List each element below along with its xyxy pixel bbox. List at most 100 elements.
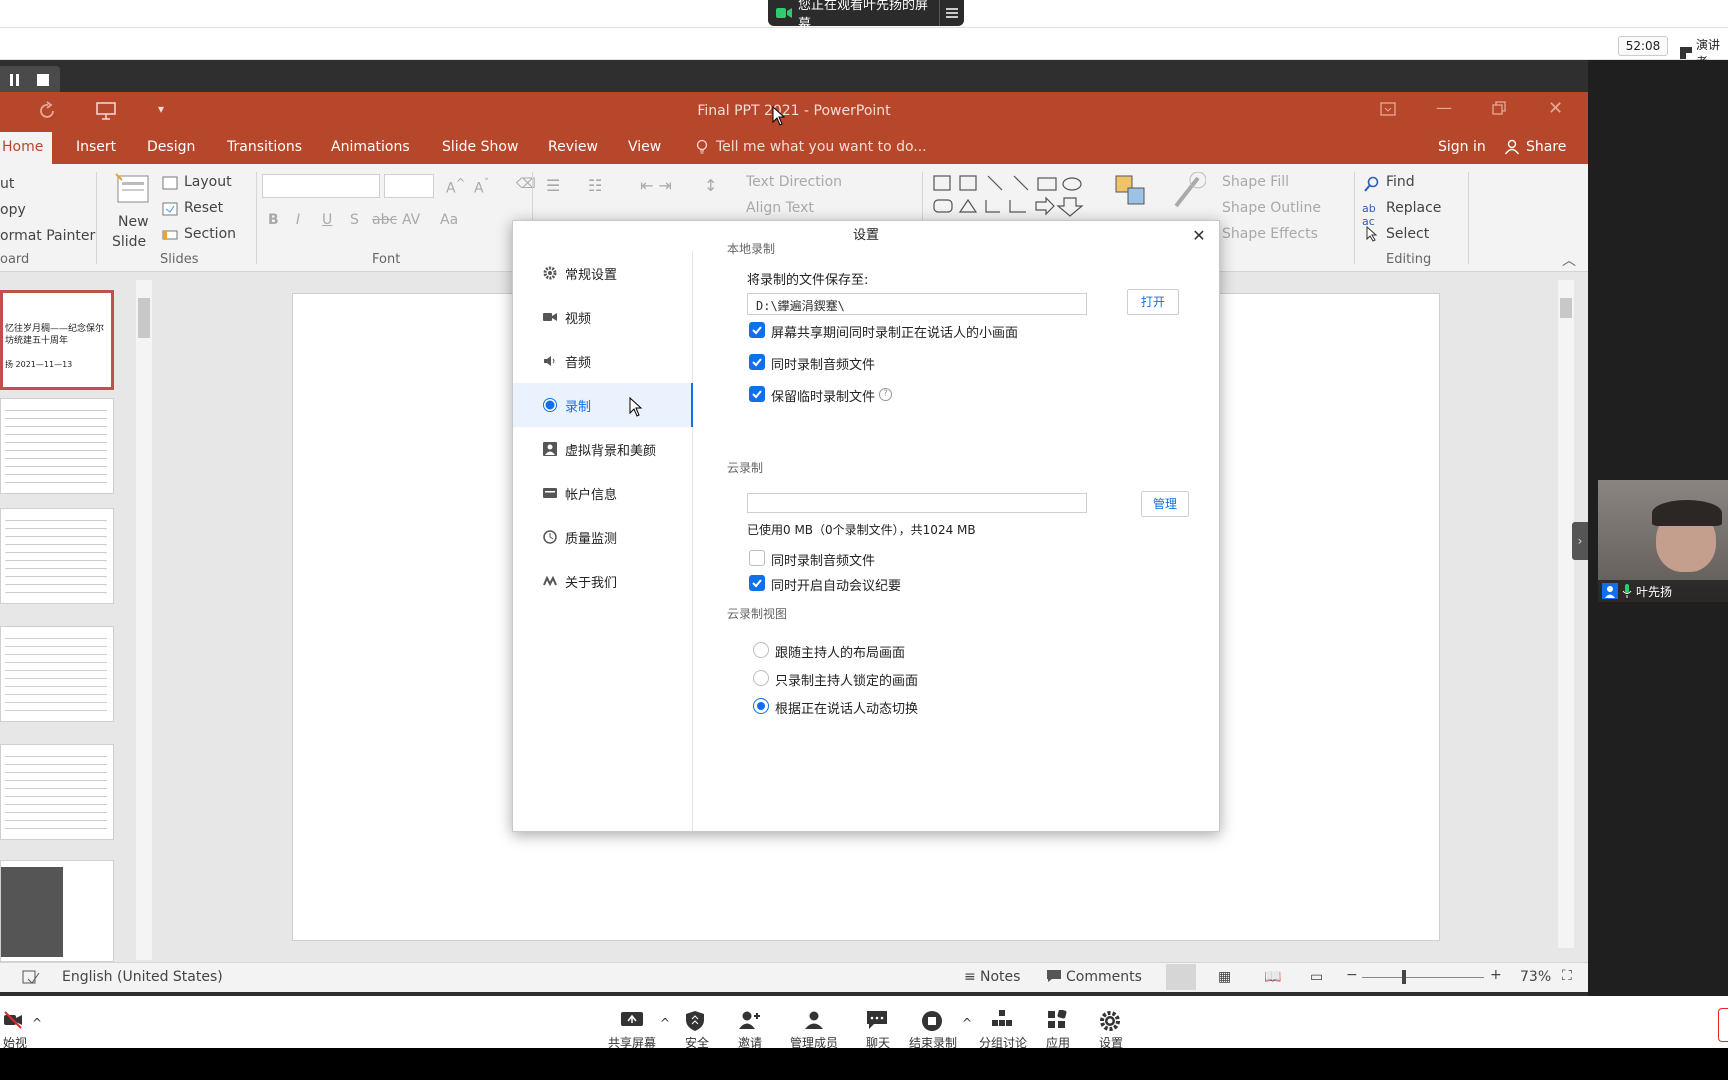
shape-effects-button[interactable]: Shape Effects [1222,226,1318,242]
checkbox-keep-temp-files[interactable] [749,386,765,402]
layout-button[interactable]: Layout [184,174,232,190]
slideshow-view-icon[interactable]: ▭ [1310,969,1323,985]
reading-view-icon[interactable]: 📖 [1264,969,1281,985]
restore-icon[interactable] [1492,101,1506,115]
invite-button[interactable]: 邀请 [730,1010,770,1051]
checkbox-record-speaker-thumbnail[interactable] [749,322,765,338]
cut-button[interactable]: ut [0,176,14,192]
security-button[interactable]: 安全 [678,1010,716,1051]
new-slide-label-1[interactable]: New [118,214,149,230]
share-screen-button[interactable]: 共享屏幕 [604,1010,660,1051]
new-slide-label-2[interactable]: Slide [112,234,146,250]
collapse-ribbon-icon[interactable]: ︿ [1562,250,1576,270]
font-name-box[interactable] [262,174,380,198]
comments-button[interactable]: Comments [1066,969,1142,985]
zoom-out-icon[interactable]: − [1346,967,1358,983]
quick-styles-icon[interactable] [1170,172,1206,212]
tab-slide-show[interactable]: Slide Show [442,139,518,155]
save-path-field[interactable]: D:\鑻遍涓鍥蹇\ [747,293,1087,315]
minimize-icon[interactable]: — [1436,98,1452,117]
close-icon[interactable]: ✕ [1189,226,1209,246]
change-case-button[interactable]: Aa [440,212,458,228]
settings-button[interactable]: 设置 [1096,1010,1126,1051]
tab-review[interactable]: Review [548,139,598,155]
radio-active-speaker[interactable] [753,698,769,714]
radio-host-locked-view[interactable] [753,670,769,686]
chat-button[interactable]: 聊天 [862,1010,894,1051]
strikethrough-button[interactable]: abc [372,212,397,228]
pause-icon[interactable] [8,73,22,87]
find-button[interactable]: Find [1386,174,1415,190]
bold-button[interactable]: B [268,212,279,228]
zoom-slider[interactable] [1362,970,1484,984]
tell-me-box[interactable]: Tell me what you want to do... [716,139,927,155]
thumbnail-slide-4[interactable] [0,626,114,722]
close-window-icon[interactable]: ✕ [1548,98,1563,119]
share-button[interactable]: Share [1526,139,1566,155]
nav-quality-monitor[interactable]: 质量监测 [513,515,693,559]
zoom-slider-thumb[interactable] [1402,970,1406,984]
arrange-icon[interactable] [1114,174,1148,208]
select-button[interactable]: Select [1386,226,1429,242]
numbering-icon[interactable]: ☷ [588,176,602,195]
notes-button[interactable]: Notes [980,969,1020,985]
align-text-button[interactable]: Align Text [746,200,814,216]
nav-about[interactable]: 关于我们 [513,559,693,603]
leave-meeting-button[interactable] [1718,1008,1728,1042]
tab-home[interactable]: Home [0,132,52,164]
nav-video[interactable]: 视频 [513,295,693,339]
help-icon[interactable]: ? [879,388,892,401]
banner-menu-icon[interactable] [939,0,964,26]
scroll-thumb[interactable] [138,298,150,338]
thumbnail-slide-2[interactable] [0,398,114,494]
stop-recording-button[interactable]: 结束录制 [908,1010,958,1051]
language-indicator[interactable]: English (United States) [62,969,223,985]
section-button[interactable]: Section [184,226,236,242]
sign-in-link[interactable]: Sign in [1438,139,1486,155]
copy-button[interactable]: opy [0,202,26,218]
thumbnail-slide-6[interactable] [0,860,114,962]
indent-icons[interactable]: ⇤ ⇥ [640,176,672,195]
text-direction-button[interactable]: Text Direction [746,174,842,190]
zoom-in-icon[interactable]: + [1490,967,1502,983]
line-spacing-icon[interactable]: ↕ [704,176,717,195]
nav-virtual-background[interactable]: 虚拟背景和美颜 [513,427,693,471]
underline-button[interactable]: U [322,212,332,228]
ribbon-display-icon[interactable] [1380,102,1396,116]
decrease-font-icon[interactable]: Aˇ [474,176,489,197]
record-options-caret[interactable]: ^ [962,1016,972,1030]
collapse-video-panel-icon[interactable]: › [1572,522,1588,560]
slide-scrollbar[interactable] [1558,280,1574,948]
checkbox-record-audio[interactable] [749,354,765,370]
open-folder-button[interactable]: 打开 [1127,289,1179,315]
nav-general[interactable]: 常规设置 [513,251,693,295]
tab-transitions[interactable]: Transitions [227,139,302,155]
new-slide-icon[interactable] [114,172,150,204]
format-painter-button[interactable]: ormat Painter [0,228,95,244]
shape-fill-button[interactable]: Shape Fill [1222,174,1289,190]
font-size-box[interactable] [384,174,434,198]
shadow-button[interactable]: S [350,212,359,228]
checkbox-cloud-record-audio[interactable] [749,550,765,566]
nav-account[interactable]: 帐户信息 [513,471,693,515]
slide-scroll-thumb[interactable] [1560,298,1572,318]
nav-audio[interactable]: 音频 [513,339,693,383]
radio-follow-host-layout[interactable] [753,642,769,658]
tab-animations[interactable]: Animations [331,139,410,155]
spellcheck-icon[interactable] [22,969,40,985]
fit-slide-icon[interactable]: ⛶ [1562,968,1572,984]
share-options-caret[interactable]: ^ [660,1016,670,1030]
apps-button[interactable]: 应用 [1044,1010,1072,1051]
replace-button[interactable]: Replace [1386,200,1441,216]
breakout-rooms-button[interactable]: 分组讨论 [978,1010,1028,1051]
shape-outline-button[interactable]: Shape Outline [1222,200,1321,216]
tab-design[interactable]: Design [147,139,195,155]
thumbnail-scrollbar[interactable] [136,280,152,960]
sharing-banner[interactable]: 您正在观看叶先扬的屏幕 [768,0,964,32]
reset-button[interactable]: Reset [184,200,223,216]
slide-sorter-icon[interactable]: ▦ [1218,969,1231,985]
stop-icon[interactable] [36,73,50,87]
nav-recording[interactable]: 录制 [513,383,693,427]
increase-font-icon[interactable]: A^ [446,176,465,197]
tab-insert[interactable]: Insert [76,139,116,155]
